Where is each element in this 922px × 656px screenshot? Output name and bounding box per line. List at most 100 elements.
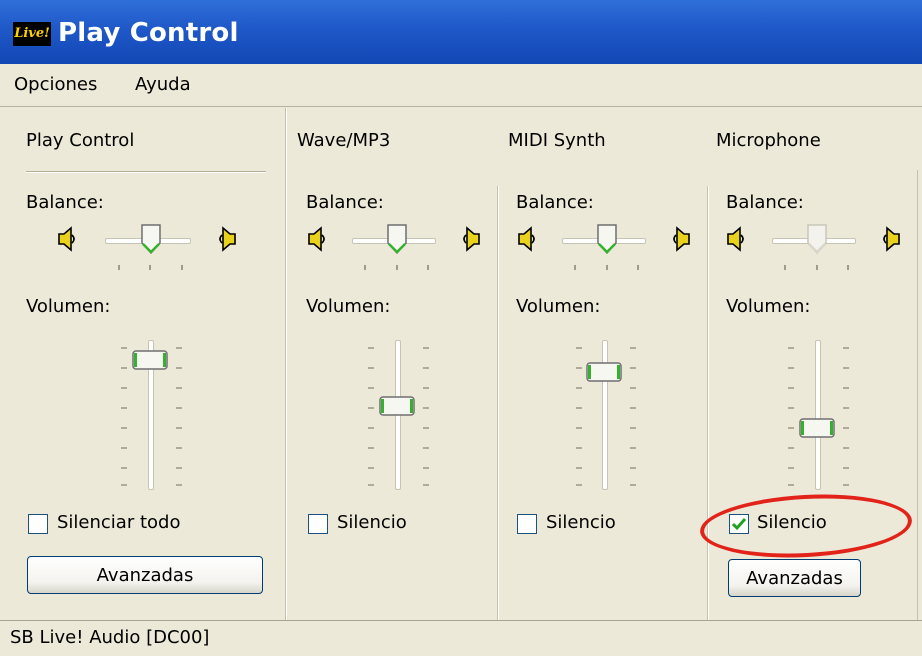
column-title-play-control: Play Control <box>26 130 135 151</box>
volume-tick <box>368 427 374 429</box>
volume-tick <box>843 447 849 449</box>
volume-tick <box>121 347 127 349</box>
speaker-right-icon <box>216 225 238 253</box>
volume-tick <box>576 427 582 429</box>
mute-label: Silencio <box>337 512 407 533</box>
volume-tick <box>630 427 636 429</box>
volume-label: Volumen: <box>306 296 391 317</box>
mute-midi-checkbox[interactable] <box>517 514 537 534</box>
volume-tick <box>121 407 127 409</box>
volume-tick <box>121 387 127 389</box>
volume-tick <box>423 467 429 469</box>
advanced-microphone-button[interactable]: Avanzadas <box>728 559 861 597</box>
balance-tick <box>574 265 576 270</box>
menu-ayuda[interactable]: Ayuda <box>135 74 191 95</box>
mute-wave-checkbox[interactable] <box>308 514 328 534</box>
volume-label: Volumen: <box>516 296 601 317</box>
volume-tick <box>788 484 794 486</box>
window-title: Play Control <box>58 18 239 48</box>
volume-tick <box>368 447 374 449</box>
volume-tick <box>423 347 429 349</box>
volume-tick <box>368 387 374 389</box>
volume-tick <box>843 467 849 469</box>
volume-tick <box>788 347 794 349</box>
volume-label: Volumen: <box>726 296 811 317</box>
balance-tick <box>637 265 639 270</box>
volume-tick <box>788 367 794 369</box>
volume-tick <box>423 484 429 486</box>
balance-slider-thumb[interactable] <box>386 223 407 255</box>
balance-slider-thumb <box>806 223 827 255</box>
volume-tick <box>368 407 374 409</box>
device-name: SB Live! Audio [DC00] <box>10 627 210 648</box>
balance-tick <box>364 265 366 270</box>
volume-tick <box>423 407 429 409</box>
volume-tick <box>788 447 794 449</box>
volume-tick <box>176 467 182 469</box>
volume-tick <box>788 387 794 389</box>
volume-tick <box>843 347 849 349</box>
menu-bar: Opciones Ayuda <box>0 64 922 107</box>
volume-tick <box>576 447 582 449</box>
volume-tick <box>176 447 182 449</box>
volume-tick <box>630 467 636 469</box>
balance-tick <box>149 265 151 270</box>
volume-tick <box>176 347 182 349</box>
volume-tick <box>788 407 794 409</box>
volume-tick <box>630 347 636 349</box>
volume-tick <box>630 387 636 389</box>
volume-slider-thumb[interactable] <box>586 362 622 382</box>
volume-tick <box>576 387 582 389</box>
title-bar[interactable]: Live! Play Control <box>0 0 922 64</box>
balance-tick <box>396 265 398 270</box>
balance-label: Balance: <box>516 192 594 213</box>
volume-tick <box>121 427 127 429</box>
speaker-left-icon <box>56 225 78 253</box>
mute-all-checkbox[interactable] <box>28 514 48 534</box>
column-divider-highlight <box>498 186 499 620</box>
volume-tick <box>176 387 182 389</box>
balance-tick <box>118 265 120 270</box>
volume-tick <box>121 467 127 469</box>
volume-tick <box>576 367 582 369</box>
volume-slider-thumb[interactable] <box>799 418 835 438</box>
volume-tick <box>176 367 182 369</box>
volume-slider-track[interactable] <box>815 340 821 490</box>
column-title-midi-synth: MIDI Synth <box>508 130 606 151</box>
volume-tick <box>843 484 849 486</box>
menu-opciones[interactable]: Opciones <box>14 74 97 95</box>
volume-tick <box>576 347 582 349</box>
balance-label: Balance: <box>306 192 384 213</box>
balance-slider-thumb[interactable] <box>140 223 161 255</box>
balance-tick <box>181 265 183 270</box>
column-divider-highlight <box>708 186 709 620</box>
column-divider <box>917 170 918 620</box>
volume-tick <box>423 427 429 429</box>
balance-label: Balance: <box>726 192 804 213</box>
volume-tick <box>368 347 374 349</box>
volume-tick <box>423 387 429 389</box>
volume-tick <box>630 447 636 449</box>
volume-tick <box>176 427 182 429</box>
volume-label: Volumen: <box>26 296 111 317</box>
volume-tick <box>630 484 636 486</box>
balance-tick <box>816 265 818 270</box>
volume-tick <box>368 484 374 486</box>
app-logo-icon: Live! <box>13 22 51 46</box>
volume-tick <box>843 427 849 429</box>
volume-tick <box>121 484 127 486</box>
balance-tick <box>847 265 849 270</box>
balance-tick <box>606 265 608 270</box>
volume-slider-thumb[interactable] <box>379 396 415 416</box>
balance-slider-thumb[interactable] <box>596 223 617 255</box>
volume-tick <box>121 447 127 449</box>
mute-label: Silencio <box>546 512 616 533</box>
volume-tick <box>843 387 849 389</box>
title-separator <box>26 171 266 173</box>
volume-tick <box>576 484 582 486</box>
balance-label: Balance: <box>26 192 104 213</box>
volume-slider-thumb[interactable] <box>132 350 168 370</box>
advanced-button[interactable]: Avanzadas <box>27 556 263 594</box>
volume-tick <box>176 407 182 409</box>
speaker-left-icon <box>725 225 747 253</box>
